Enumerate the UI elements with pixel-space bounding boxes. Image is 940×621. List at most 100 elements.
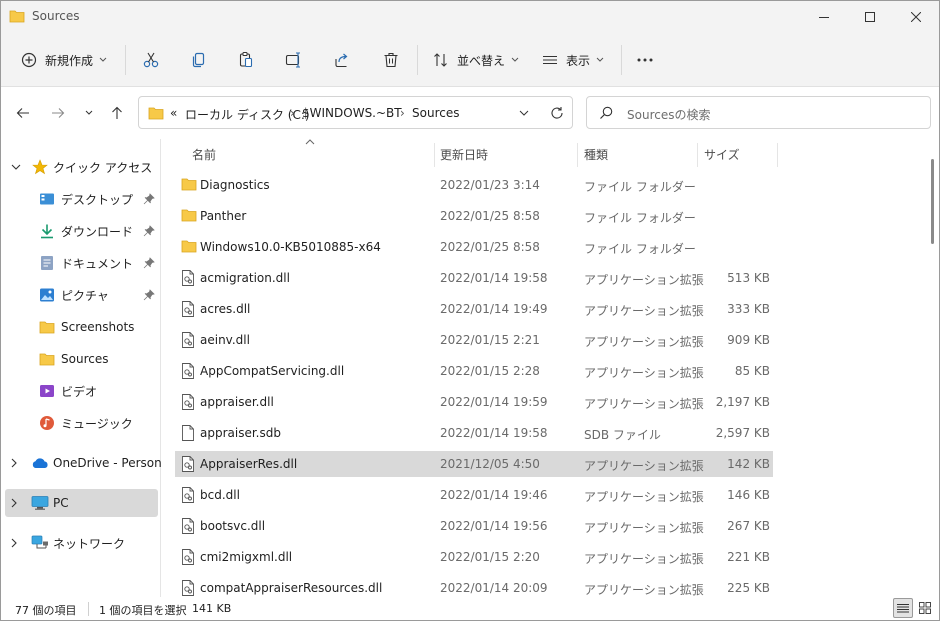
column-header-size[interactable]: サイズ (704, 146, 740, 163)
file-row[interactable]: cmi2migxml.dll 2022/01/15 2:20 アプリケーション拡張 2… (175, 544, 773, 570)
file-row[interactable]: bcd.dll 2022/01/14 19:46 アプリケーション拡張 146 KB (175, 482, 773, 508)
file-name: Panther (200, 209, 247, 223)
dll-file-icon (182, 580, 194, 596)
breadcrumb-overflow[interactable]: « (170, 106, 177, 120)
sidebar-item-videos[interactable]: ビデオ (1, 377, 159, 405)
file-date: 2022/01/14 19:46 (440, 488, 548, 502)
copy-button[interactable] (190, 43, 208, 77)
breadcrumb-item[interactable]: Sources (412, 106, 459, 120)
sidebar-item-music[interactable]: ミュージック (1, 409, 159, 437)
file-row[interactable]: appraiser.sdb 2022/01/14 19:58 SDB ファイル 2,5… (175, 420, 773, 446)
dll-file-icon (182, 332, 194, 348)
sidebar-item-onedrive[interactable]: OneDrive - Personal (1, 449, 172, 477)
title-bar[interactable]: Sources (1, 1, 939, 33)
sidebar-item-quick-access[interactable]: クイック アクセス (1, 153, 159, 181)
view-button-label: 表示 (566, 53, 591, 68)
sidebar-item-network[interactable]: ネットワーク (1, 529, 159, 557)
file-row[interactable]: acres.dll 2022/01/14 19:49 アプリケーション拡張 333 K… (175, 296, 773, 322)
document-icon (41, 256, 53, 270)
back-button[interactable] (11, 101, 35, 125)
new-button[interactable]: 新規作成 (21, 43, 107, 77)
search-box[interactable]: Sourcesの検索 (586, 96, 931, 129)
dll-file-icon (182, 518, 194, 534)
pictures-icon (40, 288, 54, 302)
sidebar-item-pictures[interactable]: ピクチャ (1, 281, 159, 309)
file-date: 2022/01/14 19:58 (440, 271, 548, 285)
file-row[interactable]: AppraiserRes.dll 2021/12/05 4:50 アプリケーション拡… (175, 451, 773, 477)
tiles-view-button[interactable] (915, 598, 935, 618)
forward-button[interactable] (46, 101, 70, 125)
file-size: 267 KB (727, 519, 770, 533)
search-input[interactable]: Sourcesの検索 (627, 106, 710, 123)
scrollbar-thumb[interactable] (931, 159, 934, 244)
file-row[interactable]: aeinv.dll 2022/01/15 2:21 アプリケーション拡張 909 KB (175, 327, 773, 353)
file-name: AppraiserRes.dll (200, 457, 298, 471)
sidebar-item-screenshots[interactable]: Screenshots (1, 313, 159, 341)
pin-icon (143, 289, 155, 301)
sidebar-item-pc[interactable]: PC (5, 489, 158, 517)
maximize-button[interactable] (847, 1, 893, 33)
file-row[interactable]: acmigration.dll 2022/01/14 19:58 アプリケーション拡… (175, 265, 773, 291)
details-view-button[interactable] (893, 598, 913, 618)
sidebar-item-downloads[interactable]: ダウンロード (1, 217, 159, 245)
view-list-icon (543, 55, 557, 65)
file-type: アプリケーション拡張 (584, 397, 704, 411)
folder-icon (148, 107, 164, 120)
minimize-button[interactable] (801, 1, 847, 33)
file-row[interactable]: bootsvc.dll 2022/01/14 19:56 アプリケーション拡張 267… (175, 513, 773, 539)
file-size: 146 KB (727, 488, 770, 502)
breadcrumb-item[interactable]: $WINDOWS.~BT (302, 106, 402, 120)
file-type: ファイル フォルダー (584, 211, 696, 225)
file-row[interactable]: Windows10.0-KB5010885-x64 2022/01/25 8:58… (175, 234, 773, 260)
file-type: アプリケーション拡張 (584, 335, 704, 349)
folder-icon (9, 10, 25, 23)
chevron-right-icon[interactable] (11, 498, 18, 508)
delete-button[interactable] (382, 43, 400, 77)
add-circle-icon (21, 52, 37, 68)
column-divider[interactable] (697, 143, 698, 167)
up-button[interactable] (105, 101, 129, 125)
file-row[interactable]: appraiser.dll 2022/01/14 19:59 アプリケーション拡張 2… (175, 389, 773, 415)
file-row[interactable]: Panther 2022/01/25 8:58 ファイル フォルダー (175, 203, 773, 229)
sidebar-item-documents[interactable]: ドキュメント (1, 249, 159, 277)
sidebar-item-label: デスクトップ (61, 192, 134, 207)
toolbar-divider (417, 45, 418, 75)
chevron-right-icon[interactable] (11, 458, 18, 468)
file-date: 2022/01/25 8:58 (440, 209, 540, 223)
file-size: 221 KB (727, 550, 770, 564)
rename-button[interactable] (285, 43, 303, 77)
column-header-date[interactable]: 更新日時 (440, 146, 488, 163)
column-header-name[interactable]: 名前 (192, 146, 216, 163)
chevron-down-icon (99, 57, 107, 62)
chevron-down-icon[interactable] (519, 110, 529, 117)
chevron-down-icon (85, 110, 93, 115)
cut-button[interactable] (142, 43, 160, 77)
sort-icon (434, 53, 447, 67)
column-divider[interactable] (777, 143, 778, 167)
column-header-type[interactable]: 種類 (584, 146, 608, 163)
close-button[interactable] (893, 1, 939, 33)
sidebar-item-sources[interactable]: Sources (1, 345, 159, 373)
more-button[interactable] (636, 43, 654, 77)
file-name: appraiser.sdb (200, 426, 281, 440)
chevron-right-icon[interactable] (11, 538, 18, 548)
sidebar-item-desktop[interactable]: デスクトップ (1, 185, 159, 213)
file-explorer-window: Sources 新規作成 並べ替え 表示 « ローカル ディスク (C:) › … (0, 0, 940, 621)
file-date: 2022/01/14 19:58 (440, 426, 548, 440)
dll-file-icon (182, 301, 194, 317)
sort-button[interactable]: 並べ替え (433, 43, 519, 77)
file-row[interactable]: AppCompatServicing.dll 2022/01/15 2:28 アプリ… (175, 358, 773, 384)
vertical-scrollbar[interactable] (928, 151, 936, 596)
pin-icon (143, 225, 155, 237)
address-bar[interactable]: « ローカル ディスク (C:) › $WINDOWS.~BT › Source… (138, 96, 573, 129)
file-type: アプリケーション拡張 (584, 366, 704, 380)
chevron-down-icon[interactable] (11, 164, 21, 171)
column-divider[interactable] (434, 143, 435, 167)
file-row[interactable]: Diagnostics 2022/01/23 3:14 ファイル フォルダー (175, 172, 773, 198)
view-button[interactable]: 表示 (542, 43, 604, 77)
paste-button[interactable] (237, 43, 255, 77)
column-divider[interactable] (577, 143, 578, 167)
recent-locations-button[interactable] (77, 101, 101, 125)
share-button[interactable] (333, 43, 351, 77)
refresh-icon[interactable] (550, 106, 564, 120)
